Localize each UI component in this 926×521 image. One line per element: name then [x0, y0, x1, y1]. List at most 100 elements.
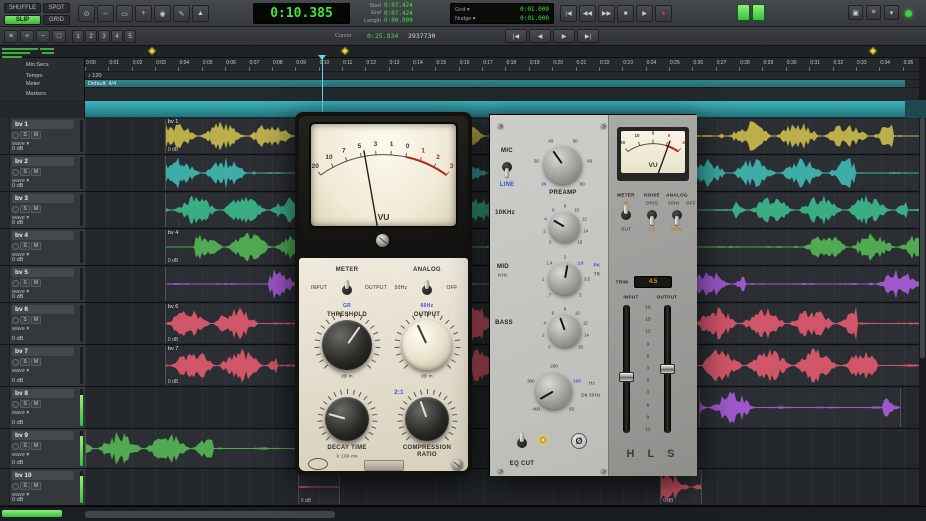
zoom-preset-3[interactable]: 3: [98, 30, 110, 43]
record-button[interactable]: ●: [655, 5, 672, 22]
track-volume[interactable]: 0 dB: [12, 257, 23, 263]
mute-button[interactable]: M: [31, 205, 41, 213]
stop-button[interactable]: ■: [617, 5, 634, 22]
solo-button[interactable]: S: [20, 242, 30, 250]
threshold-knob[interactable]: [322, 320, 372, 370]
zoom-tool[interactable]: ⊙: [78, 5, 95, 22]
phase-button[interactable]: Ø: [571, 433, 587, 449]
record-arm-button[interactable]: [12, 401, 19, 408]
play-button[interactable]: ▶: [636, 5, 653, 22]
track-volume[interactable]: 0 dB: [12, 183, 23, 189]
waveform-zoom-button[interactable]: □: [52, 30, 66, 43]
selector-tool[interactable]: ▭: [116, 5, 133, 22]
record-arm-button[interactable]: [12, 359, 19, 366]
track-grip[interactable]: [0, 229, 10, 265]
audio-clip[interactable]: bv 100 dB: [298, 470, 340, 504]
mute-button[interactable]: M: [31, 316, 41, 324]
track-name[interactable]: bv 3: [12, 194, 74, 203]
link-timeline-selection-button[interactable]: [752, 4, 765, 21]
zoom-toggle[interactable]: ≡: [4, 30, 18, 43]
zoom-in-button[interactable]: +: [20, 30, 34, 43]
ruler-name-meter[interactable]: Meter: [0, 80, 85, 88]
vertical-scrollbar[interactable]: [919, 58, 926, 506]
solo-button[interactable]: S: [20, 168, 30, 176]
record-arm-button[interactable]: [12, 206, 19, 213]
mute-button[interactable]: M: [31, 168, 41, 176]
compression-ratio-knob[interactable]: [405, 397, 449, 441]
mute-button[interactable]: M: [31, 442, 41, 450]
selection-field-value[interactable]: 0:00.000: [384, 17, 413, 24]
solo-button[interactable]: S: [20, 279, 30, 287]
main-counter[interactable]: 0:10.385: [253, 3, 350, 24]
solo-button[interactable]: S: [20, 131, 30, 139]
track-volume[interactable]: 0 dB: [12, 294, 23, 300]
preamp-knob[interactable]: [544, 146, 582, 184]
track-volume[interactable]: 0 dB: [12, 146, 23, 152]
output-fader[interactable]: [664, 305, 671, 433]
grid-value[interactable]: 0:01.000: [520, 6, 549, 13]
tempo-ruler[interactable]: ♪ 120: [85, 72, 926, 80]
mid-freq-knob[interactable]: [549, 263, 581, 295]
ruler-name-markers[interactable]: Markers: [0, 88, 85, 100]
analog-hum-toggle[interactable]: [420, 280, 434, 300]
track-grip[interactable]: [0, 155, 10, 191]
solo-button[interactable]: S: [20, 205, 30, 213]
mode-grid[interactable]: GRID: [43, 15, 70, 25]
next-region-button[interactable]: ▶: [553, 29, 575, 43]
horizontal-scrollbar[interactable]: [85, 511, 335, 518]
track-grip[interactable]: [0, 345, 10, 386]
mode-spot[interactable]: SPOT: [43, 3, 70, 13]
ruler-name-minsecs[interactable]: Min:Secs: [0, 58, 85, 72]
track-grip[interactable]: [0, 387, 10, 428]
track-volume[interactable]: 0 dB: [12, 378, 23, 384]
record-arm-button[interactable]: [12, 280, 19, 287]
eq-cut-toggle[interactable]: [515, 433, 529, 453]
zoom-preset-1[interactable]: 1: [72, 30, 84, 43]
nudge-label[interactable]: Nudge ▾: [455, 16, 476, 22]
record-arm-button[interactable]: [12, 243, 19, 250]
bass-knob[interactable]: [549, 315, 581, 347]
pencil-tool[interactable]: ✎: [173, 5, 190, 22]
track-grip[interactable]: [0, 303, 10, 344]
track-name[interactable]: bv 6: [12, 305, 74, 314]
menu-button[interactable]: ≡: [866, 5, 881, 20]
mode-slip[interactable]: SLIP: [4, 15, 41, 25]
meter-in-out-toggle[interactable]: [619, 205, 633, 225]
track-volume[interactable]: 0 dB: [12, 460, 23, 466]
trim-value[interactable]: 4.5: [634, 276, 672, 288]
marker-diamond[interactable]: [341, 47, 349, 55]
mic-line-toggle[interactable]: [500, 157, 514, 177]
fader-cap[interactable]: [660, 364, 675, 374]
zoom-out-button[interactable]: −: [36, 30, 50, 43]
smart-tool[interactable]: ▲: [192, 5, 209, 22]
track-name[interactable]: bv 9: [12, 431, 74, 440]
vertical-scrollbar-handle[interactable]: [920, 118, 925, 358]
mute-button[interactable]: M: [31, 482, 41, 490]
zoom-preset-4[interactable]: 4: [111, 30, 123, 43]
solo-button[interactable]: S: [20, 442, 30, 450]
solo-button[interactable]: S: [20, 482, 30, 490]
plugin-window-compressor[interactable]: 201075310123VUMETERANALOGINPUTOUTPUT50Hz…: [295, 112, 472, 475]
track-grip[interactable]: [0, 192, 10, 228]
track-grip[interactable]: [0, 469, 10, 505]
mute-button[interactable]: M: [31, 242, 41, 250]
selection-field-value[interactable]: 0:07.424: [384, 10, 413, 17]
insertion-follows-playback-button[interactable]: [737, 4, 750, 21]
zoom-preset-5[interactable]: 5: [124, 30, 136, 43]
markers-ruler[interactable]: [85, 88, 926, 100]
hf-boost-knob[interactable]: [550, 212, 580, 242]
ruler-name-tempo[interactable]: Tempo: [0, 72, 85, 80]
mode-shuffle[interactable]: SHUFFLE: [4, 3, 41, 13]
options-dropdown[interactable]: ▾: [884, 5, 899, 20]
solo-button[interactable]: S: [20, 400, 30, 408]
record-arm-button[interactable]: [12, 169, 19, 176]
fast-forward-button[interactable]: ▶▶: [598, 5, 615, 22]
record-arm-button[interactable]: [12, 483, 19, 490]
plugin-window-hls-channel[interactable]: MICLINE203040506080PREAMP10KHz0246810121…: [489, 114, 696, 475]
track-volume[interactable]: 0 dB: [12, 420, 23, 426]
grabber-tool[interactable]: +: [135, 5, 152, 22]
record-arm-button[interactable]: [12, 317, 19, 324]
output-knob[interactable]: [402, 320, 452, 370]
record-arm-button[interactable]: [12, 132, 19, 139]
track-name[interactable]: bv 2: [12, 157, 74, 166]
